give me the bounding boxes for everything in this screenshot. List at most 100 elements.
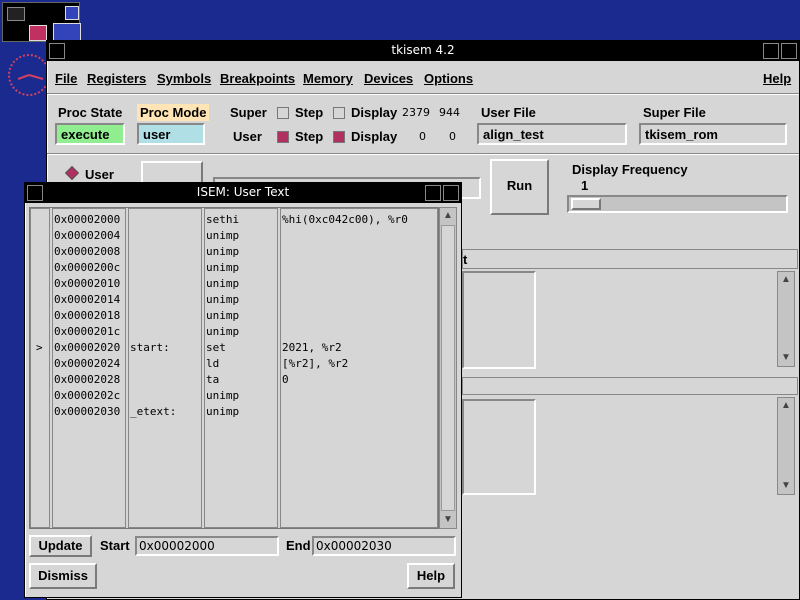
user-count-2: 0 [449,130,456,143]
user-count-1: 0 [419,130,426,143]
user-text-titlebar[interactable]: ISEM: User Text [25,183,461,203]
start-field[interactable]: 0x00002000 [135,536,279,556]
output-scrollbar-2[interactable]: ▲ ▼ [777,397,795,495]
row-opcode: sethi [206,213,240,226]
super-file-field[interactable]: tkisem_rom [639,123,787,145]
display-frequency-label: Display Frequency [572,162,688,177]
menu-help[interactable]: Help [763,71,791,86]
row-address: 0x00002004 [54,229,121,242]
maximize-button[interactable] [781,43,797,59]
row-address: 0x00002018 [54,309,121,322]
row-opcode: ta [206,373,220,386]
super-display-checkbox[interactable] [333,107,345,119]
row-args: %hi(0xc042c00), %r0 [282,213,408,226]
user-file-label: User File [481,105,536,120]
super-count-1: 2379 [402,106,430,119]
user-display-checkbox[interactable] [333,131,345,143]
scroll-down-arrow[interactable]: ▼ [441,513,455,527]
pager-window [53,23,81,41]
row-opcode: unimp [206,325,240,338]
row-args: [%r2], %r2 [282,357,349,370]
super-label: Super [230,105,267,120]
row-opcode: unimp [206,245,240,258]
dismiss-button[interactable]: Dismiss [29,563,97,589]
end-label: End [286,538,311,553]
window-title: tkisem 4.2 [391,43,455,57]
code-scrollbar[interactable]: ▲ ▼ [439,207,457,529]
scroll-up-arrow[interactable]: ▲ [779,399,793,413]
row-address: 0x00002014 [54,293,121,306]
pager-window [29,25,47,41]
output-area-2 [462,399,536,495]
toolbar-separator [47,153,799,155]
proc-mode-label: Proc Mode [137,104,210,121]
output-scrollbar-1[interactable]: ▲ ▼ [777,271,795,367]
menu-breakpoints[interactable]: Breakpoints [220,71,295,86]
menu-devices[interactable]: Devices [364,71,413,86]
row-address: 0x00002030 [54,405,121,418]
iconify-button[interactable] [425,185,441,201]
start-label: Start [100,538,130,553]
user-label: User [233,129,262,144]
row-opcode: ld [206,357,220,370]
row-address: 0x00002024 [54,357,121,370]
iconify-button[interactable] [763,43,779,59]
desktop-pager[interactable] [2,2,81,42]
row-opcode: set [206,341,226,354]
row-args: 0 [282,373,289,386]
maximize-button[interactable] [443,185,459,201]
proc-state-label: Proc State [58,105,123,120]
row-opcode: unimp [206,229,240,242]
row-opcode: unimp [206,277,240,290]
scroll-up-arrow[interactable]: ▲ [779,273,793,287]
menu-memory[interactable]: Memory [303,71,353,86]
scroll-down-arrow[interactable]: ▼ [779,351,793,365]
row-opcode: unimp [206,389,240,402]
row-address: 0x00002028 [54,373,121,386]
menubar: File Registers Symbols Breakpoints Memor… [47,67,799,91]
panel-header: t [462,249,798,269]
help-button[interactable]: Help [407,563,455,589]
menubar-separator [47,93,799,95]
row-address: 0x00002020 [54,341,121,354]
user-step-label: Step [295,129,324,144]
run-button[interactable]: Run [490,159,549,215]
menu-file[interactable]: File [55,71,77,86]
super-step-label: Step [295,105,324,120]
panel-header-text: t [463,252,468,267]
super-file-label: Super File [643,105,706,120]
output-area-1 [462,271,536,369]
user-radio[interactable] [64,165,80,181]
row-address: 0x00002008 [54,245,121,258]
panel-divider [462,377,798,395]
proc-mode-field: user [137,123,205,145]
super-count-2: 944 [439,106,460,119]
main-titlebar[interactable]: tkisem 4.2 [47,41,799,61]
menu-registers[interactable]: Registers [87,71,146,86]
slider-thumb[interactable] [571,198,601,210]
scroll-thumb[interactable] [441,225,455,511]
menu-symbols[interactable]: Symbols [157,71,211,86]
scroll-down-arrow[interactable]: ▼ [779,479,793,493]
row-label: _etext: [130,405,177,418]
display-frequency-value: 1 [581,178,589,193]
marker-column [30,208,50,528]
row-address: 0x0000202c [54,389,121,402]
end-field[interactable]: 0x00002030 [312,536,456,556]
pager-window [7,7,25,21]
user-radio-label: User [85,167,114,182]
user-file-field[interactable]: align_test [477,123,627,145]
menu-options[interactable]: Options [424,71,473,86]
row-address: 0x00002000 [54,213,121,226]
user-step-checkbox[interactable] [277,131,289,143]
pc-marker: > [36,341,43,354]
update-button[interactable]: Update [29,535,92,557]
user-text-window: ISEM: User Text 0x00002000 sethi %hi(0xc04… [24,182,462,598]
display-frequency-slider[interactable] [567,195,788,213]
pager-window [65,6,79,20]
label-column [128,208,202,528]
scroll-up-arrow[interactable]: ▲ [441,209,455,223]
super-step-checkbox[interactable] [277,107,289,119]
code-listing: 0x00002000 sethi %hi(0xc042c00), %r0 0x0000… [29,207,439,529]
row-args: 2021, %r2 [282,341,342,354]
